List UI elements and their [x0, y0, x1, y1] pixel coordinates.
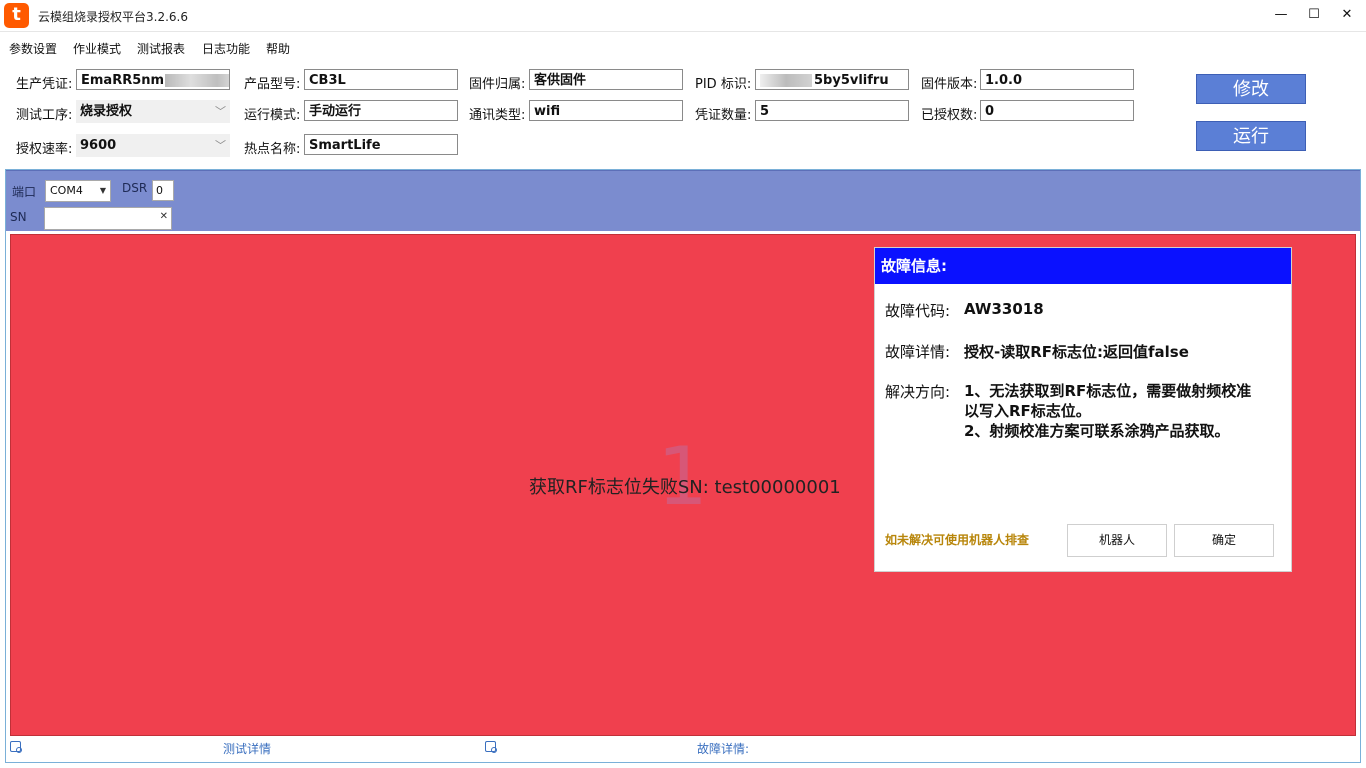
test-detail-link[interactable]: 测试详情: [223, 740, 271, 757]
port-select[interactable]: COM4 ▼: [45, 180, 111, 202]
fault-detail-label: 故障详情:: [885, 343, 951, 361]
redacted-mask: [165, 74, 229, 87]
fw-version-field[interactable]: 1.0.0: [980, 69, 1134, 90]
fw-version-label: 固件版本:: [921, 77, 978, 92]
cred-count-field[interactable]: 5: [755, 100, 909, 121]
menu-item-work-mode[interactable]: 作业模式: [73, 40, 121, 57]
authorized-label: 已授权数:: [921, 108, 978, 123]
bottom-bar: 测试详情 故障详情:: [0, 737, 1366, 759]
fault-code-value: AW33018: [964, 300, 1044, 318]
dsr-field[interactable]: 0: [152, 180, 174, 201]
sn-label: SN: [10, 210, 27, 224]
solution-line-3: 2、射频校准方案可联系涂鸦产品获取。: [964, 422, 1230, 440]
solution-label: 解决方向:: [885, 383, 951, 401]
process-value: 烧录授权: [80, 104, 133, 119]
firmware-owner-label: 固件归属:: [469, 77, 526, 92]
solution-text: 1、无法获取到RF标志位，需要做射频校准 以写入RF标志位。 2、射频校准方案可…: [964, 381, 1284, 441]
dsr-label: DSR: [122, 181, 148, 195]
comm-type-field[interactable]: wifi: [529, 100, 683, 121]
ok-button[interactable]: 确定: [1174, 524, 1274, 557]
hotspot-field[interactable]: SmartLife: [304, 134, 458, 155]
run-button[interactable]: 运行: [1196, 121, 1306, 151]
comm-type-label: 通讯类型:: [469, 108, 526, 123]
baud-label: 授权速率:: [16, 142, 73, 157]
sn-input[interactable]: ✕: [44, 207, 172, 230]
chevron-down-icon: ﹀: [215, 139, 226, 152]
menu-item-help[interactable]: 帮助: [266, 40, 290, 57]
process-select[interactable]: 烧录授权 ﹀: [76, 100, 230, 123]
modify-button[interactable]: 修改: [1196, 74, 1306, 104]
menu-bar: 参数设置 作业模式 测试报表 日志功能 帮助: [0, 32, 1366, 60]
minimize-button[interactable]: —: [1270, 5, 1292, 25]
port-panel: 端口 COM4 ▼ DSR 0 SN ✕: [6, 170, 1360, 231]
product-model-field[interactable]: CB3L: [304, 69, 458, 90]
credential-value: EmaRR5nm: [81, 73, 165, 88]
app-logo-icon: t: [4, 3, 29, 28]
close-button[interactable]: ✕: [1336, 5, 1358, 25]
status-message: 获取RF标志位失败SN: test00000001: [529, 477, 841, 498]
cred-count-label: 凭证数量:: [695, 108, 752, 123]
menu-item-log[interactable]: 日志功能: [202, 40, 250, 57]
fault-code-label: 故障代码:: [885, 302, 951, 320]
redacted-mask: [760, 74, 812, 87]
chevron-down-icon: ﹀: [215, 105, 226, 118]
title-bar: t 云模组烧录授权平台3.2.6.6 — ☐ ✕: [0, 0, 1366, 32]
port-value: COM4: [50, 184, 83, 197]
firmware-owner-field[interactable]: 客供固件: [529, 69, 683, 90]
solution-line-2: 以写入RF标志位。: [964, 402, 1091, 420]
robot-hint: 如未解决可使用机器人排查: [885, 533, 1030, 547]
credential-field[interactable]: EmaRR5nm: [76, 69, 230, 90]
run-mode-label: 运行模式:: [244, 108, 301, 123]
pid-field[interactable]: 5by5vlifru: [755, 69, 909, 90]
port-label: 端口: [12, 185, 37, 199]
credential-label: 生产凭证:: [16, 77, 73, 92]
menu-item-params[interactable]: 参数设置: [9, 40, 57, 57]
dialog-title: 故障信息:: [875, 248, 1291, 284]
window-title: 云模组烧录授权平台3.2.6.6: [38, 10, 188, 24]
maximize-button[interactable]: ☐: [1303, 5, 1325, 25]
process-label: 测试工序:: [16, 108, 73, 123]
search-doc-icon[interactable]: [10, 741, 22, 753]
pid-label: PID 标识:: [695, 77, 752, 92]
baud-value: 9600: [80, 138, 117, 153]
run-mode-field[interactable]: 手动运行: [304, 100, 458, 121]
hotspot-label: 热点名称:: [244, 142, 301, 157]
menu-item-test-report[interactable]: 测试报表: [137, 40, 185, 57]
clear-icon[interactable]: ✕: [160, 211, 168, 222]
solution-line-1: 1、无法获取到RF标志位，需要做射频校准: [964, 382, 1252, 400]
product-model-label: 产品型号:: [244, 77, 301, 92]
robot-button[interactable]: 机器人: [1067, 524, 1167, 557]
fault-detail-value: 授权-读取RF标志位:返回值false: [964, 343, 1189, 361]
fault-detail-link[interactable]: 故障详情:: [697, 740, 749, 757]
search-doc-icon[interactable]: [485, 741, 497, 753]
baud-select[interactable]: 9600 ﹀: [76, 134, 230, 157]
authorized-field[interactable]: 0: [980, 100, 1134, 121]
fault-dialog: 故障信息: 故障代码: AW33018 故障详情: 授权-读取RF标志位:返回值…: [874, 247, 1292, 572]
pid-value: 5by5vlifru: [814, 73, 889, 88]
dropdown-arrow-icon: ▼: [99, 186, 106, 195]
